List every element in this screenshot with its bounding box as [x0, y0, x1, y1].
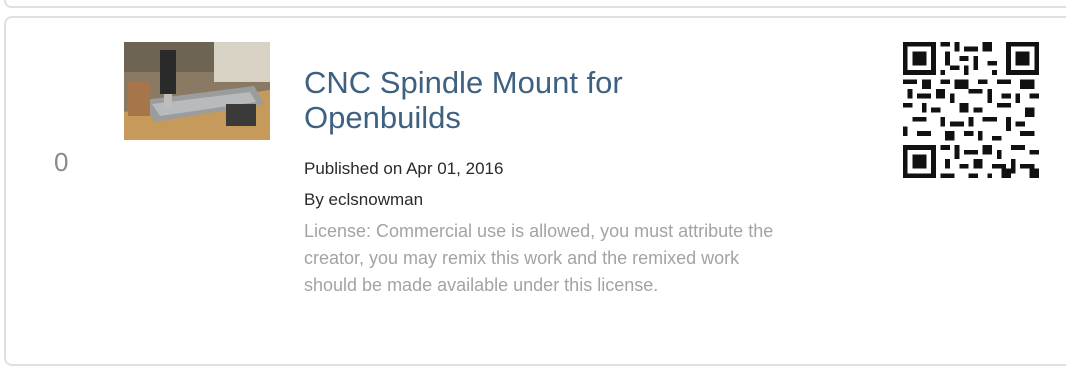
thumbnail-image[interactable]	[124, 42, 270, 140]
item-index: 0	[54, 147, 69, 177]
thing-title[interactable]: CNC Spindle Mount for Openbuilds	[304, 65, 764, 135]
license-text: License: Commercial use is allowed, you …	[304, 221, 774, 295]
published-date: Published on Apr 01, 2016	[304, 159, 504, 178]
author-name[interactable]: By eclsnowman	[304, 189, 423, 211]
previous-card-edge	[4, 0, 1066, 8]
qr-code	[903, 42, 1039, 178]
